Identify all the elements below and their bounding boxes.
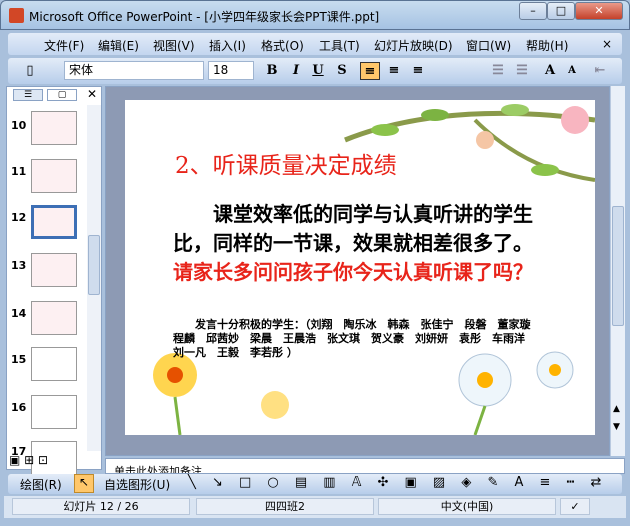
menu-bar: 文件(F) 编辑(E) 视图(V) 插入(I) 格式(O) 工具(T) 幻灯片放… bbox=[8, 33, 622, 55]
size-select[interactable]: 18 bbox=[208, 61, 254, 80]
slide-number: 12 bbox=[11, 211, 27, 224]
slide-number: 11 bbox=[11, 165, 27, 178]
menu-insert[interactable]: 插入(I) bbox=[209, 37, 246, 54]
slide-number: 15 bbox=[11, 353, 27, 366]
autoshapes-menu[interactable]: 自选图形(U) bbox=[104, 476, 170, 493]
font-select[interactable]: 宋体 bbox=[64, 61, 204, 80]
menu-slideshow[interactable]: 幻灯片放映(D) bbox=[374, 37, 453, 54]
select-pointer-icon[interactable]: ↖ bbox=[74, 474, 94, 493]
language-indicator: 中文(中国) bbox=[378, 498, 556, 515]
slide-number: 14 bbox=[11, 307, 27, 320]
slide-number: 16 bbox=[11, 401, 27, 414]
shrink-font-button[interactable]: A bbox=[562, 62, 582, 80]
slide-body-text: 课堂效率低的同学与认真听讲的学生比，同样的一节课，效果就相差很多了。 bbox=[173, 202, 533, 255]
numbering-icon[interactable]: ☰ bbox=[488, 62, 508, 80]
slide-thumbnail[interactable] bbox=[31, 395, 77, 429]
italic-button[interactable]: I bbox=[286, 62, 306, 80]
close-button[interactable]: ✕ bbox=[575, 2, 623, 20]
window-title: Microsoft Office PowerPoint - [小学四年级家长会P… bbox=[29, 10, 380, 24]
align-center-icon[interactable]: ≡ bbox=[384, 62, 404, 80]
slide-thumbnail[interactable] bbox=[31, 159, 77, 193]
drawing-toolbar: 绘图(R) ↖ 自选图形(U) ╲ ↘ □ ○ ▤ ▥ 𝔸 ✣ ▣ ▨ ◈ ✎ … bbox=[8, 474, 622, 494]
shadow-button[interactable]: S bbox=[332, 62, 352, 80]
title-bar: Microsoft Office PowerPoint - [小学四年级家长会P… bbox=[0, 0, 630, 30]
maximize-button[interactable]: □ bbox=[547, 2, 575, 20]
slide: 2、听课质量决定成绩 课堂效率低的同学与认真听讲的学生比，同样的一节课，效果就相… bbox=[125, 100, 595, 435]
minimize-button[interactable]: – bbox=[519, 2, 547, 20]
grow-font-button[interactable]: A bbox=[540, 62, 560, 80]
menu-tools[interactable]: 工具(T) bbox=[319, 37, 360, 54]
slides-tab[interactable]: ▢ bbox=[47, 89, 77, 101]
menu-edit[interactable]: 编辑(E) bbox=[98, 37, 139, 54]
underline-button[interactable]: U bbox=[308, 62, 328, 80]
student-list: 发言十分积极的学生：（刘翔 陶乐冰 韩森 张佳宁 段磐 董家璇 程麟 邱茜妙 梁… bbox=[173, 318, 542, 359]
slide-thumbnail[interactable] bbox=[31, 347, 77, 381]
draw-menu[interactable]: 绘图(R) bbox=[20, 476, 62, 493]
slide-body: 课堂效率低的同学与认真听讲的学生比，同样的一节课，效果就相差很多了。请家长多问问… bbox=[173, 200, 548, 287]
drawing-tools-icons[interactable]: ╲ ↘ □ ○ ▤ ▥ 𝔸 ✣ ▣ ▨ ◈ ✎ A ≡ ┅ ⇄ bbox=[188, 475, 607, 490]
menu-file[interactable]: 文件(F) bbox=[44, 37, 84, 54]
slides-pane: ☰ ▢ ✕ 10 11 12 13 14 15 16 17 ▣ ⊞ ⊡ bbox=[6, 86, 102, 475]
menu-help[interactable]: 帮助(H) bbox=[526, 37, 568, 54]
design-name: 四四班2 bbox=[196, 498, 374, 515]
pane-scrollbar[interactable] bbox=[87, 105, 101, 451]
bold-button[interactable]: B bbox=[262, 62, 282, 80]
notes-pane[interactable]: 单击此处添加备注 bbox=[105, 458, 625, 474]
slide-title: 2、听课质量决定成绩 bbox=[175, 153, 397, 179]
bullets-icon[interactable]: ☰ bbox=[512, 62, 532, 80]
align-left-icon[interactable]: ≡ bbox=[360, 62, 380, 80]
slide-counter: 幻灯片 12 / 26 bbox=[12, 498, 190, 515]
prev-slide-icon[interactable]: ▲ bbox=[613, 404, 620, 414]
slide-thumbnail-selected[interactable] bbox=[31, 205, 77, 239]
align-right-icon[interactable]: ≡ bbox=[408, 62, 428, 80]
slide-number: 10 bbox=[11, 119, 27, 132]
slide-thumbnail[interactable] bbox=[31, 253, 77, 287]
slide-number: 13 bbox=[11, 259, 27, 272]
close-pane-icon[interactable]: ✕ bbox=[87, 87, 97, 101]
outline-tab[interactable]: ☰ bbox=[13, 89, 43, 101]
next-slide-icon[interactable]: ▼ bbox=[613, 422, 620, 432]
decrease-indent-icon[interactable]: ⇤ bbox=[590, 62, 610, 80]
slide-thumbnail[interactable] bbox=[31, 301, 77, 335]
view-buttons[interactable]: ▣ ⊞ ⊡ bbox=[9, 453, 69, 469]
formatting-toolbar: ▯ 宋体 18 B I U S ≡ ≡ ≡ ☰ ☰ A A ⇤ bbox=[8, 58, 622, 84]
spellcheck-icon[interactable]: ✓ bbox=[560, 498, 590, 515]
menu-view[interactable]: 视图(V) bbox=[153, 37, 195, 54]
status-bar: 幻灯片 12 / 26 四四班2 中文(中国) ✓ bbox=[4, 496, 626, 518]
slide-body-highlight: 请家长多问问孩子你今天认真听课了吗？ bbox=[173, 260, 533, 284]
close-document-button[interactable]: × bbox=[602, 37, 612, 51]
slide-scrollbar[interactable]: ▲ ▼ bbox=[610, 86, 625, 456]
menu-format[interactable]: 格式(O) bbox=[261, 37, 304, 54]
menu-window[interactable]: 窗口(W) bbox=[466, 37, 511, 54]
powerpoint-icon bbox=[9, 8, 24, 23]
new-icon[interactable]: ▯ bbox=[20, 62, 40, 80]
slide-thumbnail[interactable] bbox=[31, 111, 77, 145]
